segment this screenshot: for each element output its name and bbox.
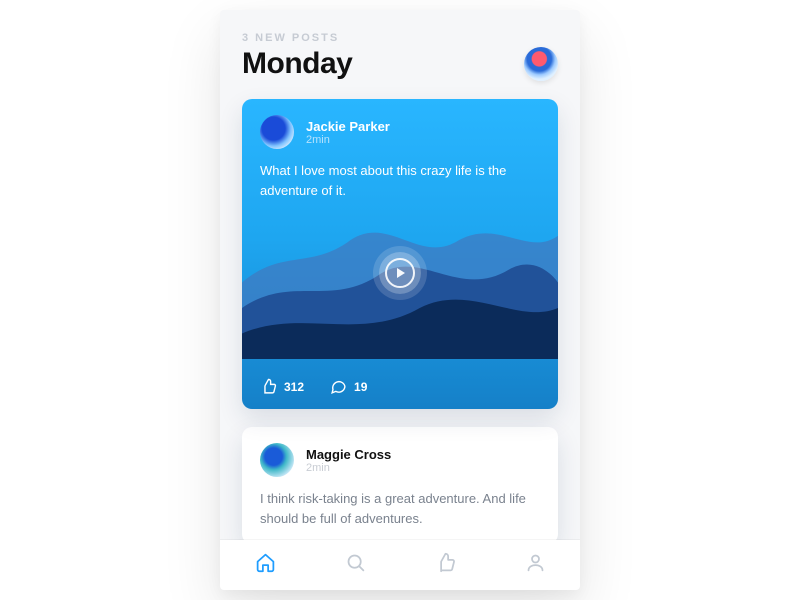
author-avatar[interactable] [260, 443, 294, 477]
author-avatar[interactable] [260, 115, 294, 149]
tab-bar [220, 540, 580, 590]
post-card[interactable]: Jackie Parker 2min What I love most abou… [242, 99, 558, 409]
post-time: 2min [306, 134, 390, 146]
feed-scroll[interactable]: 3 NEW POSTS Monday Jackie Parker 2min Wh… [220, 10, 580, 540]
post-header: Jackie Parker 2min [260, 115, 540, 149]
thumbs-up-icon [260, 378, 277, 395]
home-icon [255, 552, 276, 573]
like-count: 312 [284, 380, 304, 394]
post-card[interactable]: Maggie Cross 2min I think risk-taking is… [242, 427, 558, 540]
author-name: Jackie Parker [306, 119, 390, 134]
tab-search[interactable] [345, 552, 366, 578]
day-title: Monday [242, 47, 352, 81]
post-time: 2min [306, 462, 391, 474]
user-avatar[interactable] [524, 47, 558, 81]
author-name: Maggie Cross [306, 447, 391, 462]
thumbs-up-icon [435, 552, 456, 573]
app-frame: 3 NEW POSTS Monday Jackie Parker 2min Wh… [220, 10, 580, 590]
new-posts-label: 3 NEW POSTS [242, 32, 558, 44]
post-actions: 312 19 [242, 364, 558, 409]
header-row: Monday [242, 47, 558, 81]
tab-home[interactable] [255, 552, 276, 578]
tab-likes[interactable] [435, 552, 456, 578]
post-text: What I love most about this crazy life i… [260, 161, 540, 200]
comment-icon [330, 378, 347, 395]
post-header: Maggie Cross 2min [260, 443, 540, 477]
post-text: I think risk-taking is a great adventure… [260, 489, 540, 528]
comment-button[interactable]: 19 [330, 378, 367, 395]
like-button[interactable]: 312 [260, 378, 304, 395]
user-icon [525, 552, 546, 573]
tab-profile[interactable] [525, 552, 546, 578]
search-icon [345, 552, 366, 573]
comment-count: 19 [354, 380, 367, 394]
play-icon [385, 258, 415, 288]
play-button[interactable] [379, 252, 421, 294]
